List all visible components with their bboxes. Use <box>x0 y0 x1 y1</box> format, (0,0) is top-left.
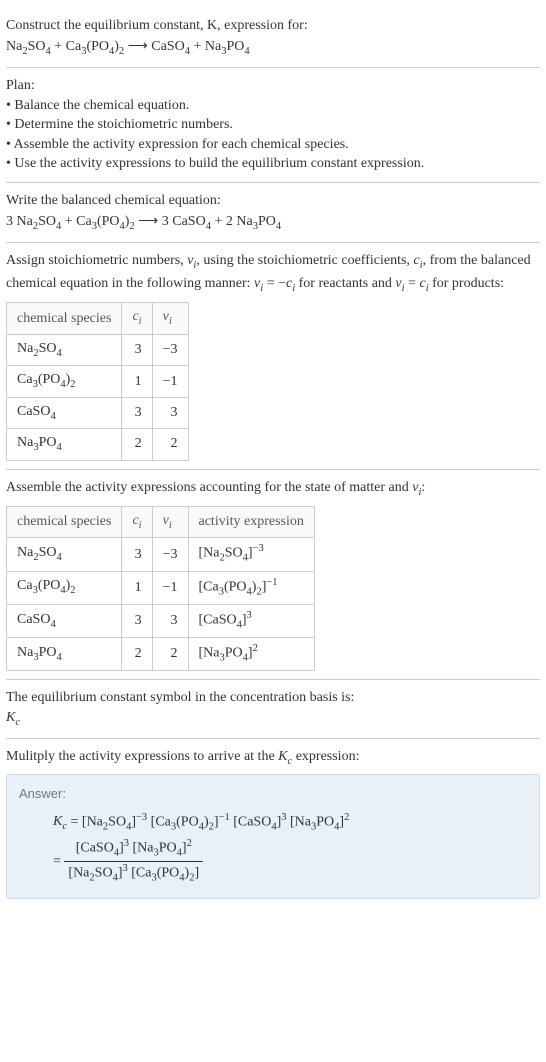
col-vi: νi <box>152 303 188 334</box>
cell-vi: 2 <box>152 637 188 670</box>
table-row: Ca3(PO4)2 1 −1 <box>7 366 189 397</box>
cell-species: CaSO4 <box>7 604 122 637</box>
cell-vi: 2 <box>152 429 188 460</box>
table-header-row: chemical species ci νi <box>7 303 189 334</box>
frac-denominator: [Na2SO4]3 [Ca3(PO4)2] <box>64 862 203 886</box>
cell-species: Na3PO4 <box>7 429 122 460</box>
cell-species: CaSO4 <box>7 397 122 428</box>
cell-species: Ca3(PO4)2 <box>7 571 122 604</box>
col-ci: ci <box>122 507 152 538</box>
cell-species: Na3PO4 <box>7 637 122 670</box>
cell-ci: 2 <box>122 429 152 460</box>
symbol-section: The equilibrium constant symbol in the c… <box>6 679 540 738</box>
col-species: chemical species <box>7 507 122 538</box>
answer-fraction: [CaSO4]3 [Na3PO4]2 [Na2SO4]3 [Ca3(PO4)2] <box>64 837 203 886</box>
table-header-row: chemical species ci νi activity expressi… <box>7 507 315 538</box>
answer-line1: Kc = [Na2SO4]−3 [Ca3(PO4)2]−1 [CaSO4]3 [… <box>53 811 527 835</box>
prompt-section: Construct the equilibrium constant, K, e… <box>6 8 540 67</box>
plan-section: Plan: Balance the chemical equation. Det… <box>6 67 540 182</box>
activity-section: Assemble the activity expressions accoun… <box>6 469 540 680</box>
balanced-heading: Write the balanced chemical equation: <box>6 191 540 211</box>
table-row: CaSO4 3 3 [CaSO4]3 <box>7 604 315 637</box>
cell-vi: 3 <box>152 397 188 428</box>
cell-species: Ca3(PO4)2 <box>7 366 122 397</box>
cell-expr: [Ca3(PO4)2]−1 <box>188 571 314 604</box>
plan-item: Determine the stoichiometric numbers. <box>6 115 540 135</box>
plan-item: Assemble the activity expression for eac… <box>6 135 540 155</box>
plan-item: Balance the chemical equation. <box>6 96 540 116</box>
cell-species: Na2SO4 <box>7 334 122 365</box>
stoich-heading: Assign stoichiometric numbers, νi, using… <box>6 251 540 296</box>
table-row: CaSO4 3 3 <box>7 397 189 428</box>
table-row: Ca3(PO4)2 1 −1 [Ca3(PO4)2]−1 <box>7 571 315 604</box>
cell-expr: [Na3PO4]2 <box>188 637 314 670</box>
cell-ci: 1 <box>122 571 152 604</box>
cell-ci: 3 <box>122 397 152 428</box>
table-row: Na2SO4 3 −3 <box>7 334 189 365</box>
cell-species: Na2SO4 <box>7 538 122 571</box>
stoich-table: chemical species ci νi Na2SO4 3 −3 Ca3(P… <box>6 302 189 460</box>
activity-table: chemical species ci νi activity expressi… <box>6 506 315 671</box>
symbol-heading: The equilibrium constant symbol in the c… <box>6 688 540 708</box>
table-row: Na3PO4 2 2 <box>7 429 189 460</box>
cell-vi: −1 <box>152 571 188 604</box>
answer-box: Answer: Kc = [Na2SO4]−3 [Ca3(PO4)2]−1 [C… <box>6 774 540 900</box>
plan-list: Balance the chemical equation. Determine… <box>6 96 540 174</box>
frac-numerator: [CaSO4]3 [Na3PO4]2 <box>64 837 203 862</box>
table-row: Na3PO4 2 2 [Na3PO4]2 <box>7 637 315 670</box>
answer-line2: = [CaSO4]3 [Na3PO4]2 [Na2SO4]3 [Ca3(PO4)… <box>53 837 527 886</box>
answer-equals: = <box>53 852 61 872</box>
prompt-equation: Na2SO4 + Ca3(PO4)2 ⟶ CaSO4 + Na3PO4 <box>6 36 540 59</box>
plan-item: Use the activity expressions to build th… <box>6 154 540 174</box>
cell-vi: 3 <box>152 604 188 637</box>
activity-heading: Assemble the activity expressions accoun… <box>6 478 540 500</box>
col-expr: activity expression <box>188 507 314 538</box>
symbol-value: Kc <box>6 708 540 730</box>
table-row: Na2SO4 3 −3 [Na2SO4]−3 <box>7 538 315 571</box>
cell-ci: 3 <box>122 538 152 571</box>
answer-label: Answer: <box>19 785 527 803</box>
stoich-section: Assign stoichiometric numbers, νi, using… <box>6 242 540 468</box>
cell-expr: [Na2SO4]−3 <box>188 538 314 571</box>
multiply-section: Mulitply the activity expressions to arr… <box>6 738 540 907</box>
balanced-section: Write the balanced chemical equation: 3 … <box>6 182 540 242</box>
multiply-heading: Mulitply the activity expressions to arr… <box>6 747 540 769</box>
cell-vi: −3 <box>152 538 188 571</box>
cell-ci: 3 <box>122 604 152 637</box>
balanced-equation: 3 Na2SO4 + Ca3(PO4)2 ⟶ 3 CaSO4 + 2 Na3PO… <box>6 211 540 234</box>
prompt-intro: Construct the equilibrium constant, K, e… <box>6 16 540 36</box>
cell-vi: −3 <box>152 334 188 365</box>
cell-ci: 1 <box>122 366 152 397</box>
cell-vi: −1 <box>152 366 188 397</box>
plan-heading: Plan: <box>6 76 540 96</box>
col-species: chemical species <box>7 303 122 334</box>
col-vi: νi <box>152 507 188 538</box>
col-ci: ci <box>122 303 152 334</box>
cell-ci: 3 <box>122 334 152 365</box>
cell-expr: [CaSO4]3 <box>188 604 314 637</box>
cell-ci: 2 <box>122 637 152 670</box>
